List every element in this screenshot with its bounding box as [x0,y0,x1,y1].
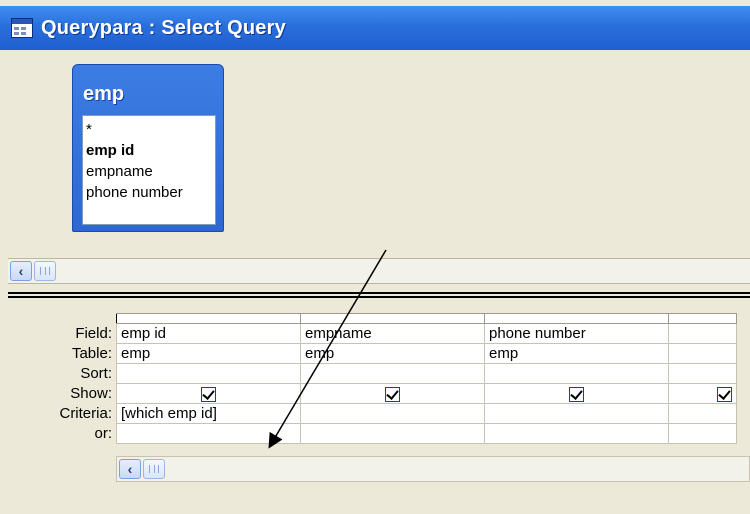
annotation-arrow-overlay [268,249,387,449]
annotation-arrow [268,249,387,449]
